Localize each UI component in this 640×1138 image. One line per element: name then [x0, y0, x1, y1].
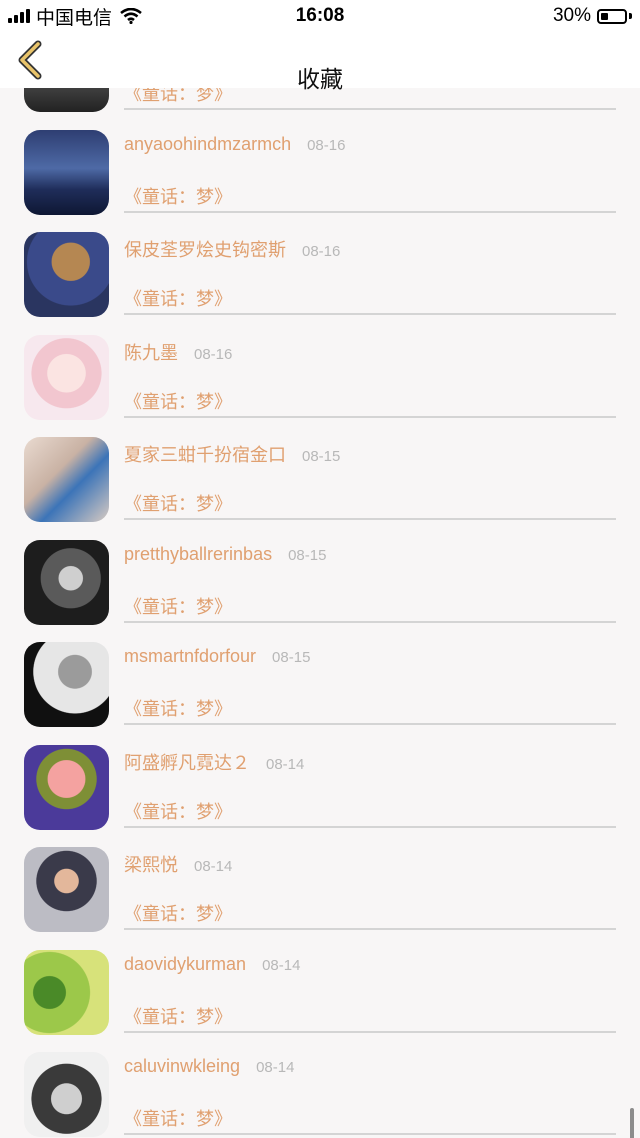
work-title[interactable]: 《童话：梦》	[124, 798, 232, 824]
list-item[interactable]: anyaoohindmzarmch 08-16 《童话：梦》	[0, 128, 640, 231]
battery-group: 30%	[553, 5, 632, 27]
user-name-text[interactable]: 夏家三蚶千扮宿金口	[124, 445, 286, 465]
divider	[124, 928, 616, 930]
work-title[interactable]: 《童话：梦》	[124, 695, 232, 721]
divider	[124, 210, 616, 213]
list-item[interactable]: 梁熙悦 08-14 《童话：梦》	[0, 845, 640, 948]
divider	[124, 108, 616, 110]
divider	[124, 1133, 616, 1135]
divider	[124, 518, 616, 520]
user-name[interactable]: 梁熙悦 08-14	[124, 851, 232, 877]
list-item[interactable]: 夏家三蚶千扮宿金口 08-15 《童话：梦》	[0, 435, 640, 538]
user-name[interactable]: pretthyballrerinbas 08-15	[124, 544, 326, 565]
scrollbar[interactable]	[630, 1108, 634, 1138]
list-item[interactable]: msmartnfdorfour 08-15 《童话：梦》	[0, 640, 640, 743]
navigation-bar: 收藏	[0, 32, 640, 92]
user-name-text[interactable]: anyaoohindmzarmch	[124, 134, 291, 154]
user-name[interactable]: caluvinwkleing 08-14	[124, 1056, 294, 1077]
item-date: 08-15	[272, 649, 311, 666]
work-title[interactable]: 《童话：梦》	[124, 1105, 232, 1131]
work-title[interactable]: 《童话：梦》	[124, 593, 232, 619]
item-date: 08-16	[307, 136, 346, 154]
clock: 16:08	[295, 5, 345, 26]
divider	[124, 1030, 616, 1033]
battery-icon	[597, 8, 627, 24]
item-date: 08-14	[256, 1059, 295, 1076]
item-date: 08-14	[194, 858, 233, 875]
user-name-text[interactable]: pretthyballrerinbas	[124, 544, 272, 564]
user-name-text[interactable]: caluvinwkleing	[124, 1056, 240, 1076]
avatar[interactable]	[24, 334, 109, 420]
divider	[124, 313, 616, 315]
user-name[interactable]: msmartnfdorfour 08-15	[124, 646, 310, 667]
item-date: 08-14	[266, 755, 305, 773]
user-name[interactable]: 陈九墨 08-16	[124, 339, 232, 365]
user-name-text[interactable]: 阿盛孵凡霓达２	[124, 753, 250, 773]
item-date: 08-15	[302, 448, 341, 465]
list-item[interactable]: 陈九墨 08-16 《童话：梦》	[0, 333, 640, 436]
avatar[interactable]	[24, 539, 109, 625]
avatar[interactable]	[24, 744, 109, 830]
avatar[interactable]	[24, 642, 109, 727]
work-title[interactable]: 《童话：梦》	[124, 388, 232, 414]
status-bar: 中国电信 16:08 30%	[0, 0, 640, 32]
work-title[interactable]: 《童话：梦》	[124, 1003, 232, 1029]
avatar[interactable]	[24, 88, 109, 112]
avatar[interactable]	[24, 847, 109, 932]
list-item[interactable]: 保皮荃罗烩史钩密斯 08-16 《童话：梦》	[0, 230, 640, 333]
avatar[interactable]	[24, 1052, 109, 1137]
divider	[124, 723, 616, 725]
user-name-text[interactable]: 梁熙悦	[124, 855, 178, 875]
user-name-text[interactable]: msmartnfdorfour	[124, 646, 256, 666]
work-title[interactable]: 《童话：梦》	[124, 900, 232, 926]
item-date: 08-15	[288, 546, 327, 564]
avatar[interactable]	[24, 949, 109, 1035]
work-title[interactable]: 《童话：梦》	[124, 88, 232, 106]
list-item[interactable]: 《童话：梦》	[0, 88, 640, 128]
user-name-text[interactable]: daovidykurman	[124, 954, 246, 974]
user-name-text[interactable]: 陈九墨	[124, 343, 178, 363]
item-date: 08-16	[194, 345, 233, 363]
battery-percent: 30%	[552, 5, 591, 26]
list-item[interactable]: daovidykurman 08-14 《童话：梦》	[0, 948, 640, 1051]
divider	[124, 825, 616, 828]
divider	[124, 415, 616, 418]
list-item[interactable]: 阿盛孵凡霓达２ 08-14 《童话：梦》	[0, 743, 640, 846]
user-name[interactable]: 阿盛孵凡霓达２ 08-14	[124, 749, 304, 775]
favorites-list[interactable]: 《童话：梦》 anyaoohindmzarmch 08-16 《童话：梦》 保皮荃罗烩史…	[0, 88, 640, 1138]
item-date: 08-14	[262, 956, 301, 974]
user-name[interactable]: anyaoohindmzarmch 08-16	[124, 134, 345, 155]
work-title[interactable]: 《童话：梦》	[124, 490, 232, 516]
list-item[interactable]: caluvinwkleing 08-14 《童话：梦》	[0, 1050, 640, 1138]
user-name[interactable]: 夏家三蚶千扮宿金口 08-15	[124, 441, 340, 467]
avatar[interactable]	[24, 437, 109, 522]
work-title[interactable]: 《童话：梦》	[124, 183, 232, 209]
avatar[interactable]	[24, 232, 109, 317]
list-item[interactable]: pretthyballrerinbas 08-15 《童话：梦》	[0, 538, 640, 641]
work-title[interactable]: 《童话：梦》	[124, 285, 232, 311]
user-name[interactable]: 保皮荃罗烩史钩密斯 08-16	[124, 236, 340, 262]
user-name[interactable]: daovidykurman 08-14	[124, 954, 300, 975]
avatar[interactable]	[24, 129, 109, 215]
divider	[124, 620, 616, 623]
item-date: 08-16	[302, 243, 341, 260]
user-name-text[interactable]: 保皮荃罗烩史钩密斯	[124, 240, 286, 260]
